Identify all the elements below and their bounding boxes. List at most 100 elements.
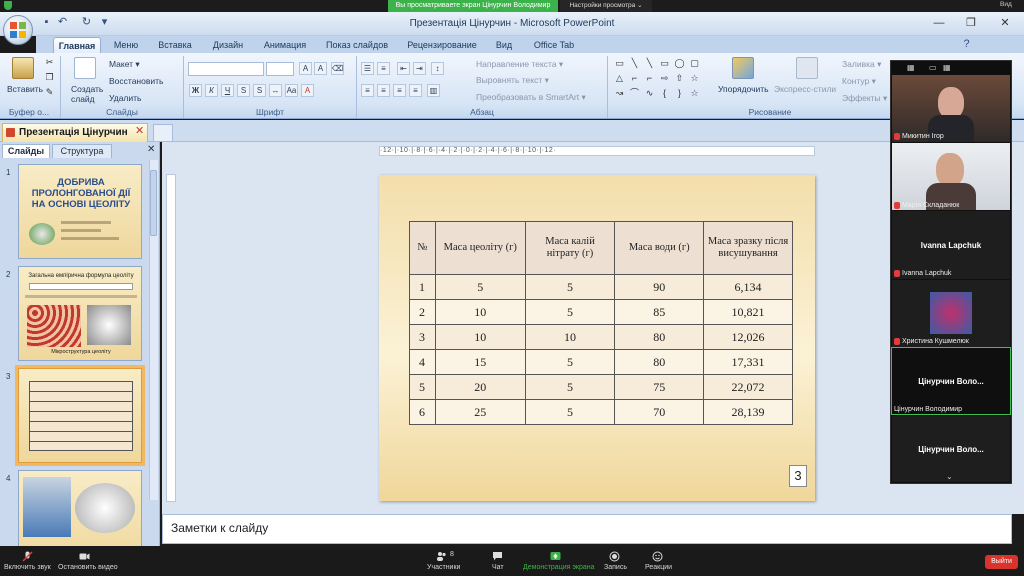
leave-meeting-button[interactable]: Выйти	[985, 555, 1018, 569]
gallery-icon[interactable]: ▦	[907, 63, 915, 72]
shape-arc-icon[interactable]: ⌒	[629, 89, 640, 98]
align-left-icon[interactable]: ≡	[361, 84, 374, 97]
tab-insert[interactable]: Вставка	[152, 37, 198, 53]
slide-thumbnail-3[interactable]	[15, 365, 145, 466]
tab-animation[interactable]: Анимация	[258, 37, 312, 53]
numbering-icon[interactable]: ≡	[377, 62, 390, 75]
shape-curve-icon[interactable]: ↝	[614, 89, 625, 98]
shape-rounded-icon[interactable]: ▢	[689, 59, 700, 68]
shape-effects-button[interactable]: Эффекты ▾	[842, 93, 887, 104]
scrollbar-handle[interactable]	[150, 170, 157, 236]
stop-video-button[interactable]: Остановить видео	[58, 564, 118, 571]
copy-icon[interactable]: ❐	[44, 73, 55, 82]
paste-button[interactable]: Вставить	[7, 84, 43, 94]
reactions-icon[interactable]	[652, 551, 663, 562]
tab-review[interactable]: Рецензирование	[402, 37, 482, 53]
clear-format-icon[interactable]: ⌫	[331, 62, 344, 75]
shape-rect-icon[interactable]: ▭	[614, 59, 625, 68]
notes-field[interactable]: Заметки к слайду	[162, 514, 1012, 544]
participants-icon[interactable]	[436, 551, 447, 562]
shadow-icon[interactable]: S	[253, 84, 266, 97]
slide-thumbnail-1[interactable]: ДОБРИВА ПРОЛОНГОВАНОЇ ДІЇ НА ОСНОВІ ЦЕОЛ…	[18, 164, 142, 259]
data-table[interactable]: № Маса цеоліту (г) Маса калій нітрату (г…	[409, 221, 793, 425]
increase-indent-icon[interactable]: ⇥	[413, 62, 426, 75]
shrink-font-icon[interactable]: A	[314, 62, 327, 75]
tab-slides[interactable]: Слайды	[2, 144, 50, 158]
share-screen-icon[interactable]	[550, 551, 561, 562]
decrease-indent-icon[interactable]: ⇤	[397, 62, 410, 75]
view-options-button[interactable]: Настройки просмотра ⌄	[560, 0, 652, 12]
gallery-view-icons[interactable]: ▦ ▭ ▦	[893, 62, 1009, 74]
microphone-muted-icon[interactable]	[22, 551, 33, 562]
restore-button[interactable]: ❐	[960, 14, 982, 32]
font-size-select[interactable]	[266, 62, 294, 76]
shape-arrow-icon[interactable]: ⇨	[659, 74, 670, 83]
participant-tile[interactable]	[892, 280, 1010, 347]
font-color-icon[interactable]: A	[301, 84, 314, 97]
arrange-button[interactable]: Упорядочить	[718, 84, 769, 94]
align-center-icon[interactable]: ≡	[377, 84, 390, 97]
tab-design[interactable]: Дизайн	[206, 37, 250, 53]
close-button[interactable]: ✕	[994, 14, 1016, 32]
shape-brace2-icon[interactable]: }	[674, 89, 685, 98]
shape-arrow2-icon[interactable]: ⇧	[674, 74, 685, 83]
speaker-icon[interactable]: ▭	[929, 63, 937, 72]
italic-icon[interactable]: К	[205, 84, 218, 97]
spacing-icon[interactable]: ↔	[269, 84, 282, 97]
chat-icon[interactable]	[492, 551, 503, 562]
reset-button[interactable]: Восстановить	[109, 76, 163, 86]
bold-icon[interactable]: Ж	[189, 84, 202, 97]
shape-elbow-icon[interactable]: ⌐	[629, 74, 640, 83]
grow-font-icon[interactable]: A	[299, 62, 312, 75]
minimize-button[interactable]: —	[928, 14, 950, 32]
mute-button[interactable]: Включить звук	[4, 564, 51, 571]
justify-icon[interactable]: ≡	[409, 84, 422, 97]
shape-elbow2-icon[interactable]: ⌐	[644, 74, 655, 83]
columns-icon[interactable]: ▥	[427, 84, 440, 97]
video-camera-icon[interactable]	[79, 551, 90, 562]
document-tab[interactable]: Презентація Цінурчин	[2, 123, 148, 142]
line-spacing-icon[interactable]: ↕	[431, 62, 444, 75]
align-right-icon[interactable]: ≡	[393, 84, 406, 97]
shape-line2-icon[interactable]: ╲	[644, 59, 655, 68]
tab-home[interactable]: Главная	[53, 37, 101, 53]
shape-wave-icon[interactable]: ∿	[644, 89, 655, 98]
chevron-down-icon[interactable]: ⌄	[946, 472, 953, 481]
shape-line-icon[interactable]: ╲	[629, 59, 640, 68]
quick-styles-button[interactable]: Экспресс-стили	[774, 84, 836, 94]
view-button[interactable]: Вид	[1000, 1, 1012, 8]
cut-icon[interactable]: ✂	[44, 58, 55, 67]
strikethrough-icon[interactable]: S	[237, 84, 250, 97]
text-direction-button[interactable]: Направление текста ▾	[476, 59, 563, 70]
panel-close-icon[interactable]: ✕	[147, 144, 155, 155]
shape-star-icon[interactable]: ☆	[689, 74, 700, 83]
grid-icon[interactable]: ▦	[943, 63, 951, 72]
reactions-button[interactable]: Реакции	[645, 564, 672, 571]
underline-icon[interactable]: Ч	[221, 84, 234, 97]
shape-star2-icon[interactable]: ☆	[689, 89, 700, 98]
tab-office-tab[interactable]: Office Tab	[528, 37, 580, 53]
new-slide-button[interactable]: Создать слайд	[71, 84, 105, 104]
tab-outline[interactable]: Структура	[52, 144, 112, 158]
shape-rect2-icon[interactable]: ▭	[659, 59, 670, 68]
document-tab-close-icon[interactable]: ✕	[135, 124, 144, 137]
slide-thumbnail-2[interactable]: Загальна емпірична формула цеоліту Мікро…	[18, 266, 142, 361]
help-icon[interactable]: ?	[960, 38, 973, 51]
layout-button[interactable]: Макет ▾	[109, 59, 140, 70]
chat-button[interactable]: Чат	[492, 564, 504, 571]
tab-view[interactable]: Вид	[490, 37, 518, 53]
convert-smartart-button[interactable]: Преобразовать в SmartArt ▾	[476, 92, 586, 103]
share-screen-button[interactable]: Демонстрация экрана	[523, 564, 595, 571]
participant-video[interactable]	[892, 143, 1010, 210]
bullets-icon[interactable]: ☰	[361, 62, 374, 75]
shape-fill-button[interactable]: Заливка ▾	[842, 59, 881, 70]
shape-brace-icon[interactable]: {	[659, 89, 670, 98]
change-case-icon[interactable]: Aa	[285, 84, 298, 97]
participants-button[interactable]: Участники	[427, 564, 460, 571]
format-painter-icon[interactable]: ✎	[44, 88, 55, 97]
tab-menu[interactable]: Меню	[108, 37, 144, 53]
delete-slide-button[interactable]: Удалить	[109, 93, 141, 103]
record-button[interactable]: Запись	[604, 564, 627, 571]
font-family-select[interactable]	[188, 62, 264, 76]
shape-triangle-icon[interactable]: △	[614, 74, 625, 83]
